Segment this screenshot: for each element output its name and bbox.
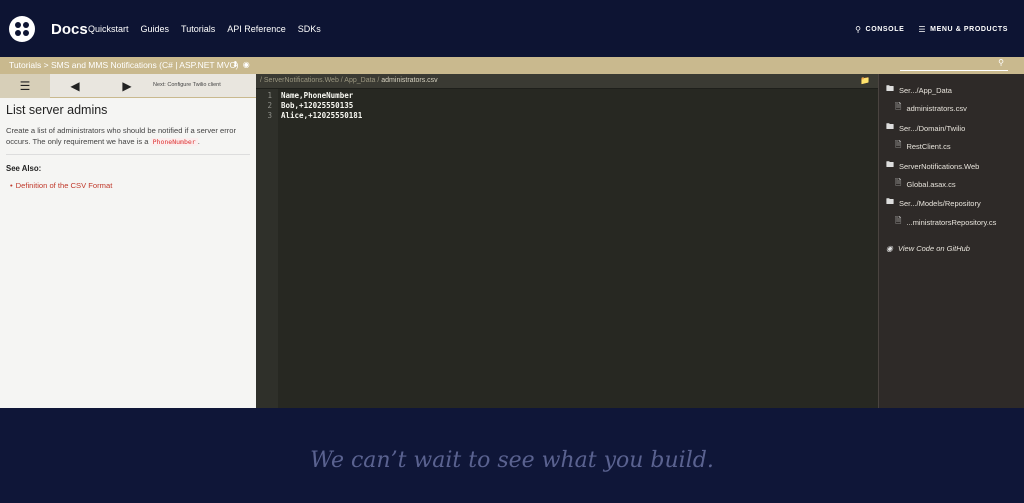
view-code-github-label: View Code on GitHub — [897, 244, 970, 253]
list-view-button[interactable]: ☰ — [0, 74, 50, 98]
divider — [6, 154, 250, 155]
file-icon: 🗎 — [895, 102, 902, 111]
docs-brand-label[interactable]: Docs — [51, 21, 88, 38]
tree-folder[interactable]: 🖿 Ser.../App_Data — [886, 83, 952, 97]
line-number: 3 — [267, 111, 272, 120]
see-also-link-label[interactable]: Definition of the CSV Format — [16, 181, 113, 190]
tree-folder[interactable]: 🖿 ServerNotifications.Web — [886, 159, 979, 173]
tree-file-label: Global.asax.cs — [906, 179, 956, 189]
code-line[interactable]: Alice,+12025550181 — [281, 111, 362, 120]
tree-folder[interactable]: 🖿 Ser.../Domain/Twilio — [886, 121, 965, 135]
menu-products-label: MENU & PRODUCTS — [930, 26, 1008, 33]
nav-link-api-reference[interactable]: API Reference — [227, 24, 286, 34]
folder-icon: 🖿 — [886, 84, 894, 93]
tree-file[interactable]: 🗎 RestClient.cs — [895, 139, 1021, 153]
breadcrumb-bar: Tutorials > SMS and MMS Notifications (C… — [0, 57, 1024, 74]
code-line[interactable]: Bob,+12025550135 — [281, 101, 353, 110]
step-description-end: . — [197, 137, 200, 146]
search-icon[interactable]: ⚲ — [998, 58, 1004, 67]
previous-step-button[interactable]: ◀ — [60, 74, 90, 98]
tree-folder-label: Ser.../Domain/Twilio — [899, 123, 966, 133]
breadcrumb-actions: ⬇ ◉ — [232, 60, 250, 69]
breadcrumb[interactable]: Tutorials > SMS and MMS Notifications (C… — [9, 60, 239, 70]
tree-file-label: RestClient.cs — [906, 141, 951, 151]
bullet-icon: • — [10, 181, 13, 190]
line-number: 1 — [267, 91, 272, 100]
search-input[interactable]: ⚲ — [900, 58, 1008, 71]
download-icon[interactable]: ⬇ — [232, 60, 239, 69]
tree-folder[interactable]: 🖿 Ser.../Models/Repository — [886, 196, 981, 210]
hamburger-icon: ☰ — [918, 25, 927, 34]
file-path-prefix: / ServerNotifications.Web / App_Data / — [260, 77, 382, 84]
tree-file-label: administrators.csv — [906, 103, 967, 113]
see-also-link[interactable]: • Definition of the CSV Format — [10, 181, 112, 190]
tree-file[interactable]: 🗎 ...ministratorsRepository.cs — [895, 215, 1021, 229]
list-icon: ☰ — [19, 79, 31, 93]
console-link[interactable]: ⚲ CONSOLE — [855, 25, 904, 34]
github-icon: ◉ — [886, 244, 893, 253]
twilio-logo-icon[interactable] — [9, 16, 35, 42]
menu-products-button[interactable]: ☰ MENU & PRODUCTS — [918, 25, 1008, 34]
footer: We can’t wait to see what you build. — [0, 408, 1024, 503]
file-path: / ServerNotifications.Web / App_Data / a… — [260, 77, 438, 84]
step-title: List server admins — [6, 103, 108, 117]
user-icon: ⚲ — [855, 25, 862, 34]
right-nav: ⚲ CONSOLE ☰ MENU & PRODUCTS — [855, 25, 1008, 34]
file-tree: 🖿 Ser.../App_Data 🗎 administrators.csv 🖿… — [878, 74, 1024, 408]
arrow-left-icon: ◀ — [70, 79, 80, 93]
primary-nav-links: Quickstart Guides Tutorials API Referenc… — [88, 24, 333, 34]
step-description-text: Create a list of administrators who shou… — [6, 126, 237, 146]
code-line[interactable]: Name,PhoneNumber — [281, 91, 353, 100]
folder-icon[interactable]: 📁 — [860, 76, 870, 85]
nav-link-tutorials[interactable]: Tutorials — [181, 24, 215, 34]
folder-icon: 🖿 — [886, 160, 894, 169]
top-navigation: Docs Quickstart Guides Tutorials API Ref… — [0, 0, 1024, 57]
file-icon: 🗎 — [895, 140, 902, 149]
tree-file[interactable]: 🗎 administrators.csv — [895, 101, 1021, 115]
code-editor: / ServerNotifications.Web / App_Data / a… — [256, 74, 878, 408]
github-icon[interactable]: ◉ — [243, 60, 250, 69]
console-label: CONSOLE — [865, 26, 905, 33]
next-step-label[interactable]: Next: Configure Twilio client — [153, 82, 221, 88]
tree-file-label: ...ministratorsRepository.cs — [906, 217, 997, 227]
folder-icon: 🖿 — [886, 197, 894, 206]
nav-link-quickstart[interactable]: Quickstart — [88, 24, 129, 34]
current-file-name: administrators.csv — [381, 77, 438, 84]
step-toolbar: ☰ ◀ ▶ Next: Configure Twilio client — [0, 74, 256, 98]
editor-header: / ServerNotifications.Web / App_Data / a… — [256, 74, 878, 89]
tree-folder-label: ServerNotifications.Web — [899, 161, 980, 171]
line-number: 2 — [267, 101, 272, 110]
tree-folder-label: Ser.../Models/Repository — [899, 198, 981, 208]
see-also-heading: See Also: — [6, 164, 42, 173]
inline-code-phonenumber: PhoneNumber — [150, 138, 198, 146]
file-icon: 🗎 — [895, 216, 902, 225]
folder-icon: 🖿 — [886, 122, 894, 131]
arrow-right-icon: ▶ — [122, 79, 132, 93]
file-icon: 🗎 — [895, 178, 902, 187]
line-gutter: 1 2 3 — [256, 89, 278, 408]
tutorial-step-panel: ☰ ◀ ▶ Next: Configure Twilio client List… — [0, 74, 256, 408]
view-code-github-link[interactable]: ◉ View Code on GitHub — [886, 244, 970, 253]
footer-tagline: We can’t wait to see what you build. — [310, 448, 714, 473]
nav-link-guides[interactable]: Guides — [141, 24, 170, 34]
nav-link-sdks[interactable]: SDKs — [298, 24, 321, 34]
next-step-button[interactable]: ▶ — [112, 74, 142, 98]
tree-file[interactable]: 🗎 Global.asax.cs — [895, 177, 1021, 191]
step-description: Create a list of administrators who shou… — [6, 125, 252, 148]
tree-folder-label: Ser.../App_Data — [899, 85, 952, 95]
